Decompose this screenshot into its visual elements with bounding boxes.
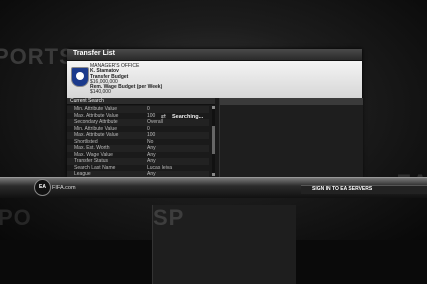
panel-title-bar: Transfer List (67, 49, 362, 61)
fifa-com-label: FIFA.com (52, 185, 76, 191)
scroll-up-arrow-icon[interactable] (212, 106, 215, 109)
manager-office-info: MANAGER'S OFFICE K. Stamatov Transfer Bu… (67, 61, 362, 98)
background-text-left: PORTS (0, 44, 75, 69)
scroll-down-arrow-icon[interactable] (212, 173, 215, 176)
background-text-bottom-left: PO (0, 205, 32, 230)
ea-logo: EA (34, 179, 51, 196)
club-crest-icon (71, 67, 89, 87)
wage-budget-value: $140,000 (90, 89, 111, 96)
panel-title: Transfer List (73, 50, 116, 57)
current-search-header: Current Search (67, 98, 215, 105)
sign-in-ea-servers-button[interactable]: SIGN IN TO EA SERVERS (312, 186, 372, 192)
search-results-pane (219, 98, 363, 177)
scrollbar-thumb[interactable] (212, 126, 215, 154)
background-text-right: SP (152, 205, 296, 284)
results-header-strip (220, 98, 363, 105)
search-scrollbar[interactable] (212, 106, 215, 176)
transfer-list-panel: Transfer List MANAGER'S OFFICE K. Stamat… (67, 49, 363, 178)
searching-arrows-icon: ⇄ (161, 113, 167, 120)
searching-status: Searching... (172, 114, 204, 120)
office-details: MANAGER'S OFFICE K. Stamatov Transfer Bu… (90, 63, 162, 96)
